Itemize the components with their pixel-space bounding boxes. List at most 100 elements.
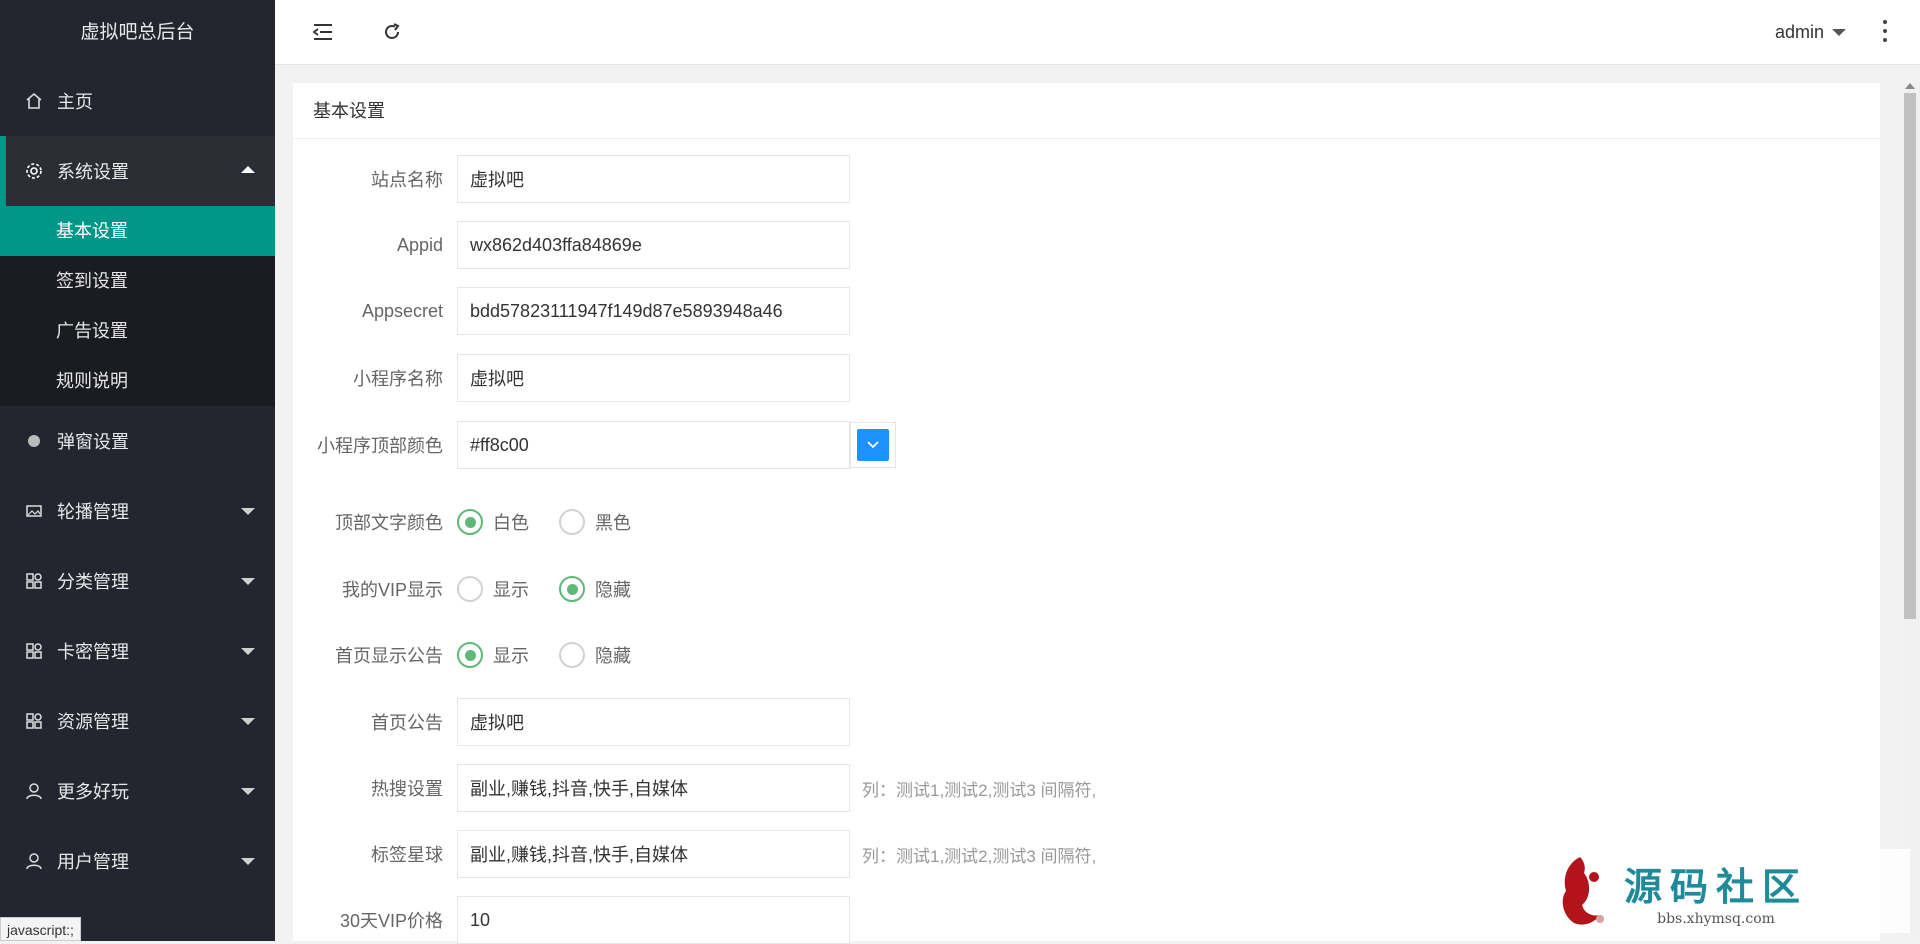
apps-icon — [25, 712, 43, 730]
form-label: 30天VIP价格 — [293, 907, 457, 933]
sidebar-item-system-settings[interactable]: 系统设置 — [0, 136, 275, 206]
chevron-down-icon — [241, 508, 255, 515]
sidebar-item-popup-settings[interactable]: 弹窗设置 — [0, 406, 275, 476]
hot-search-input[interactable]: 副业,赚钱,抖音,快手,自媒体 — [457, 764, 850, 812]
sidebar-item-users[interactable]: 用户管理 — [0, 826, 275, 896]
radio-checked-icon — [457, 642, 483, 668]
tags-input[interactable]: 副业,赚钱,抖音,快手,自媒体 — [457, 830, 850, 878]
form-label: Appsecret — [293, 301, 457, 322]
form-label: 标签星球 — [293, 841, 457, 867]
form-row-hot-search: 热搜设置 副业,赚钱,抖音,快手,自媒体 列：测试1,测试2,测试3 间隔符, — [293, 764, 1096, 812]
chevron-up-icon — [241, 166, 255, 173]
watermark-logo — [1550, 853, 1614, 929]
sidebar-item-label: 更多好玩 — [57, 778, 129, 804]
form-row-site-name: 站点名称 虚拟吧 — [293, 155, 850, 203]
radio-show[interactable]: 显示 — [457, 576, 529, 602]
radio-white[interactable]: 白色 — [457, 509, 529, 535]
watermark-url: bbs.xhymsq.com — [1624, 911, 1808, 927]
form-label: 我的VIP显示 — [293, 576, 457, 602]
apps-icon — [25, 572, 43, 590]
chevron-down-icon — [857, 429, 889, 461]
top-bar: admin — [275, 0, 1920, 65]
more-vertical-icon[interactable] — [1882, 20, 1888, 42]
sidebar-item-label: 弹窗设置 — [57, 428, 129, 454]
sidebar-item-label: 分类管理 — [57, 568, 129, 594]
form-row-vip30: 30天VIP价格 10 — [293, 896, 850, 944]
radio-black[interactable]: 黑色 — [559, 509, 631, 535]
sidebar-item-label: 系统设置 — [57, 158, 129, 184]
appid-input[interactable]: wx862d403ffa84869e — [457, 221, 850, 269]
form-label: 小程序顶部颜色 — [293, 432, 457, 458]
sidebar-item-label: 资源管理 — [57, 708, 129, 734]
sidebar-item-label: 轮播管理 — [57, 498, 129, 524]
top-color-input[interactable]: #ff8c00 — [457, 421, 850, 469]
mp-name-input[interactable]: 虚拟吧 — [457, 354, 850, 402]
status-bar-url: javascript:; — [0, 917, 81, 941]
refresh-icon[interactable] — [380, 20, 404, 44]
radio-checked-icon — [457, 509, 483, 535]
form-label: 站点名称 — [293, 166, 457, 192]
submenu-basic-settings[interactable]: 基本设置 — [0, 206, 275, 256]
submenu-rules[interactable]: 规则说明 — [0, 356, 275, 406]
form-row-appid: Appid wx862d403ffa84869e — [293, 221, 850, 269]
card-title: 基本设置 — [293, 83, 1880, 139]
sidebar-item-label: 主页 — [57, 88, 93, 114]
radio-unchecked-icon — [559, 509, 585, 535]
chevron-down-icon — [241, 578, 255, 585]
chevron-down-icon — [241, 648, 255, 655]
home-icon — [25, 92, 43, 110]
notice-input[interactable]: 虚拟吧 — [457, 698, 850, 746]
sidebar-item-home[interactable]: 主页 — [0, 66, 275, 136]
sidebar-item-label: 卡密管理 — [57, 638, 129, 664]
system-settings-submenu: 基本设置 签到设置 广告设置 规则说明 — [0, 206, 275, 406]
user-icon — [25, 852, 43, 870]
scroll-thumb[interactable] — [1904, 93, 1916, 619]
sidebar-item-label: 用户管理 — [57, 848, 129, 874]
user-menu[interactable]: admin — [1775, 22, 1846, 43]
main-card: 基本设置 站点名称 虚拟吧 Appid wx862d403ffa84869e A… — [293, 83, 1880, 941]
form-hint: 列：测试1,测试2,测试3 间隔符, — [862, 776, 1096, 801]
submenu-ad-settings[interactable]: 广告设置 — [0, 306, 275, 356]
sidebar-item-carousel[interactable]: 轮播管理 — [0, 476, 275, 546]
vip30-price-input[interactable]: 10 — [457, 896, 850, 944]
form-row-mp-name: 小程序名称 虚拟吧 — [293, 354, 850, 402]
form-row-vip-show: 我的VIP显示 显示 隐藏 — [293, 565, 661, 613]
color-picker-button[interactable] — [850, 422, 896, 468]
radio-hide[interactable]: 隐藏 — [559, 642, 631, 668]
radio-show[interactable]: 显示 — [457, 642, 529, 668]
form-label: 首页显示公告 — [293, 642, 457, 668]
form-label: 小程序名称 — [293, 365, 457, 391]
sidebar-item-resources[interactable]: 资源管理 — [0, 686, 275, 756]
site-name-input[interactable]: 虚拟吧 — [457, 155, 850, 203]
submenu-sign-settings[interactable]: 签到设置 — [0, 256, 275, 306]
form-label: 顶部文字颜色 — [293, 509, 457, 535]
sidebar-item-more-fun[interactable]: 更多好玩 — [0, 756, 275, 826]
gear-icon — [25, 162, 43, 180]
brand-title: 虚拟吧总后台 — [0, 0, 275, 66]
sidebar: 虚拟吧总后台 主页 系统设置 基本设置 签到设置 广告设置 规则说明 弹窗设置 … — [0, 0, 275, 941]
scroll-up-icon[interactable] — [1905, 83, 1915, 89]
radio-unchecked-icon — [559, 642, 585, 668]
user-icon — [25, 782, 43, 800]
form-label: Appid — [293, 235, 457, 256]
appsecret-input[interactable]: bdd57823111947f149d87e5893948a46 — [457, 287, 850, 335]
caret-down-icon — [1832, 29, 1846, 36]
sidebar-item-card-keys[interactable]: 卡密管理 — [0, 616, 275, 686]
form-label: 热搜设置 — [293, 775, 457, 801]
radio-hide[interactable]: 隐藏 — [559, 576, 631, 602]
dot-icon — [25, 432, 43, 450]
form-row-appsecret: Appsecret bdd57823111947f149d87e5893948a… — [293, 287, 850, 335]
image-icon — [25, 502, 43, 520]
menu-collapse-icon[interactable] — [311, 20, 335, 44]
chevron-down-icon — [241, 858, 255, 865]
form-row-text-color: 顶部文字颜色 白色 黑色 — [293, 498, 661, 546]
form-row-tags: 标签星球 副业,赚钱,抖音,快手,自媒体 列：测试1,测试2,测试3 间隔符, — [293, 830, 1096, 878]
form-row-top-color: 小程序顶部颜色 #ff8c00 — [293, 421, 896, 469]
form-label: 首页公告 — [293, 709, 457, 735]
form-hint: 列：测试1,测试2,测试3 间隔符, — [862, 842, 1096, 867]
chevron-down-icon — [241, 788, 255, 795]
form-row-notice-show: 首页显示公告 显示 隐藏 — [293, 631, 661, 679]
scrollbar[interactable] — [1900, 83, 1920, 941]
username: admin — [1775, 22, 1824, 43]
sidebar-item-category[interactable]: 分类管理 — [0, 546, 275, 616]
